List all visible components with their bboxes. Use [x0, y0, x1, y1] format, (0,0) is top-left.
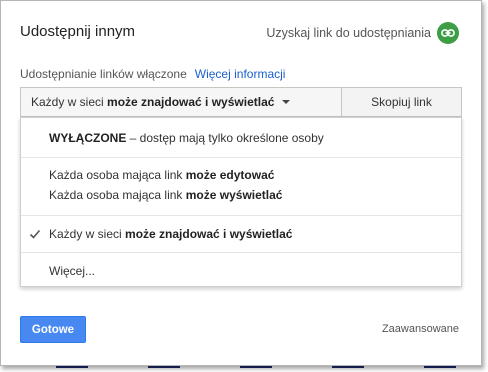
- menu-item-text: – dostęp mają tylko określone osoby: [126, 131, 324, 145]
- menu-divider: [21, 157, 461, 158]
- menu-item-text: Każda osoba mająca link: [49, 168, 186, 182]
- checkmark-icon: [29, 229, 41, 239]
- sharing-status-label: Udostępnianie linków włączone: [20, 67, 187, 81]
- menu-divider: [21, 252, 461, 253]
- menu-item-link-can-edit[interactable]: Każda osoba mająca link może edytować: [49, 168, 274, 182]
- link-controls: Każdy w sieci może znajdować i wyświetla…: [20, 87, 462, 117]
- link-access-dropdown[interactable]: Każdy w sieci może znajdować i wyświetla…: [20, 87, 342, 117]
- dialog-title: Udostępnij innym: [20, 23, 136, 40]
- menu-item-text: Każda osoba mająca link: [49, 188, 186, 202]
- menu-item-public-on-web[interactable]: Każdy w sieci może znajdować i wyświetla…: [49, 227, 292, 241]
- menu-item-link-can-view[interactable]: Każda osoba mająca link może wyświetlać: [49, 188, 282, 202]
- menu-item-bold: może wyświetlać: [185, 188, 283, 202]
- dropdown-prefix: Każdy w sieci: [31, 95, 108, 109]
- menu-item-bold: może znajdować i wyświetlać: [125, 227, 293, 241]
- link-icon[interactable]: [437, 22, 459, 44]
- sharing-status-row: Udostępnianie linków włączone Więcej inf…: [20, 67, 285, 81]
- get-link-button[interactable]: Uzyskaj link do udostępniania: [266, 22, 459, 44]
- menu-item-off[interactable]: WYŁĄCZONE – dostęp mają tylko określone …: [49, 131, 324, 145]
- dropdown-bold-value: może znajdować i wyświetlać: [107, 95, 275, 109]
- link-access-menu: WYŁĄCZONE – dostęp mają tylko określone …: [20, 117, 462, 287]
- menu-item-bold: WYŁĄCZONE: [49, 131, 127, 145]
- menu-divider: [21, 215, 461, 216]
- copy-link-button[interactable]: Skopiuj link: [342, 87, 462, 117]
- advanced-link[interactable]: Zaawansowane: [382, 323, 459, 335]
- get-link-label: Uzyskaj link do udostępniania: [266, 26, 431, 40]
- caret-down-icon: [282, 100, 291, 104]
- more-info-link[interactable]: Więcej informacji: [195, 67, 286, 81]
- done-button[interactable]: Gotowe: [20, 316, 86, 343]
- screen: Udostępnij innym Uzyskaj link do udostęp…: [0, 0, 488, 372]
- menu-item-text: Więcej...: [49, 264, 96, 278]
- menu-item-more[interactable]: Więcej...: [49, 264, 95, 278]
- share-dialog: Udostępnij innym Uzyskaj link do udostęp…: [0, 0, 482, 366]
- menu-item-text: Każdy w sieci: [49, 227, 126, 241]
- menu-item-bold: może edytować: [185, 168, 275, 182]
